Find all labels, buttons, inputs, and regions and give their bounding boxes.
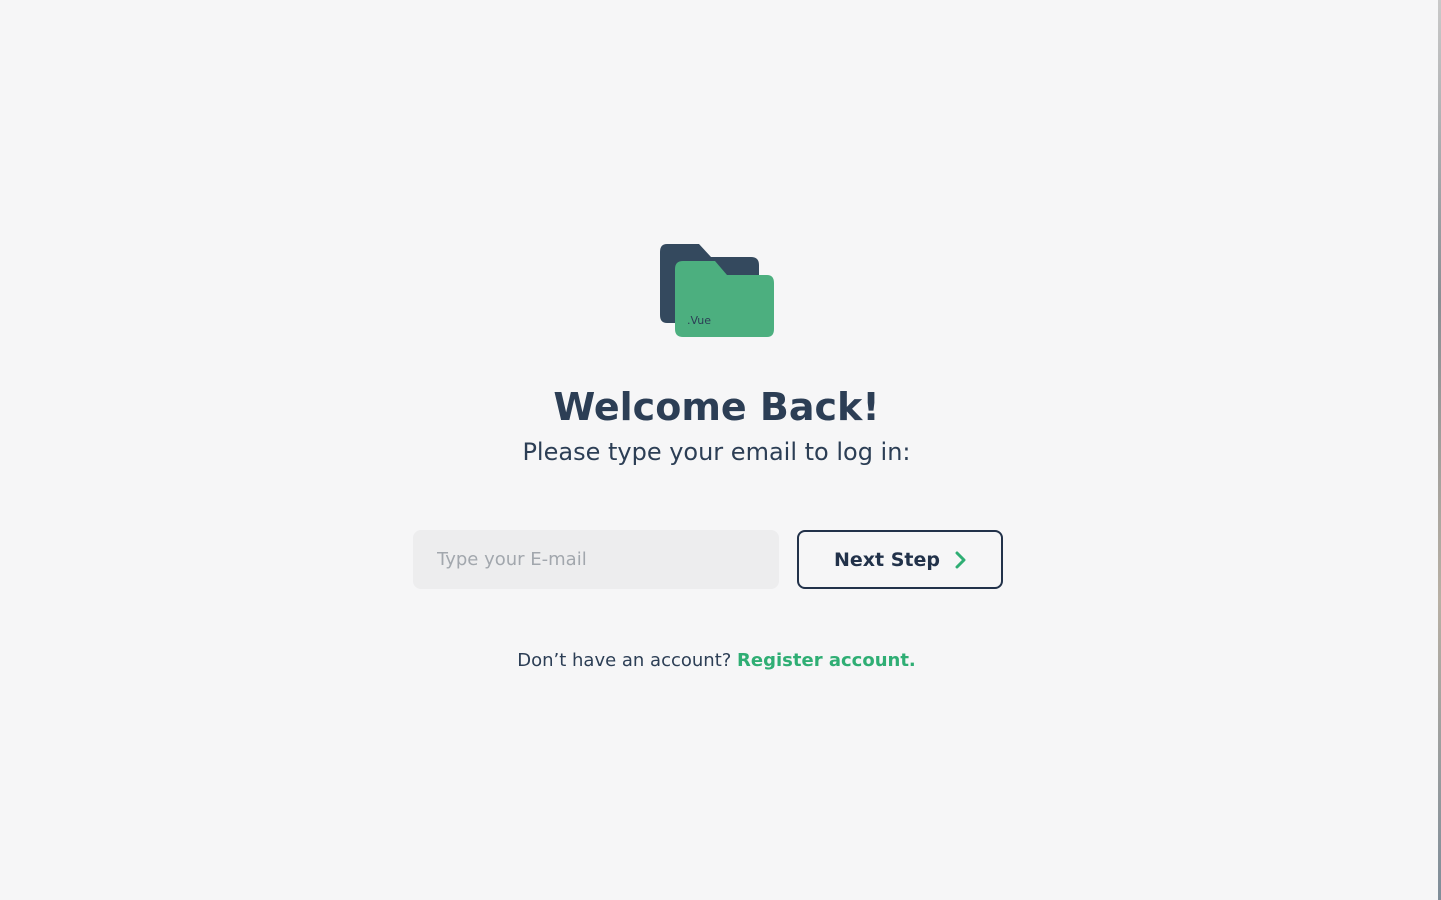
folder-icon: .Vue: [660, 244, 774, 337]
login-page: .Vue Welcome Back! Please type your emai…: [0, 0, 1441, 900]
vue-folder-logo: .Vue: [659, 243, 775, 338]
register-account-link[interactable]: Register account.: [737, 650, 916, 671]
register-prompt: Don’t have an account? Register account.: [0, 648, 1433, 674]
logo-text: .Vue: [687, 314, 711, 327]
page-title: Welcome Back!: [553, 385, 880, 429]
email-input[interactable]: [413, 530, 779, 589]
next-step-label: Next Step: [834, 548, 940, 571]
next-step-button[interactable]: Next Step: [797, 530, 1003, 589]
register-prompt-text: Don’t have an account?: [517, 650, 732, 671]
page-subtitle: Please type your email to log in:: [522, 438, 911, 466]
chevron-right-icon: [954, 551, 966, 569]
